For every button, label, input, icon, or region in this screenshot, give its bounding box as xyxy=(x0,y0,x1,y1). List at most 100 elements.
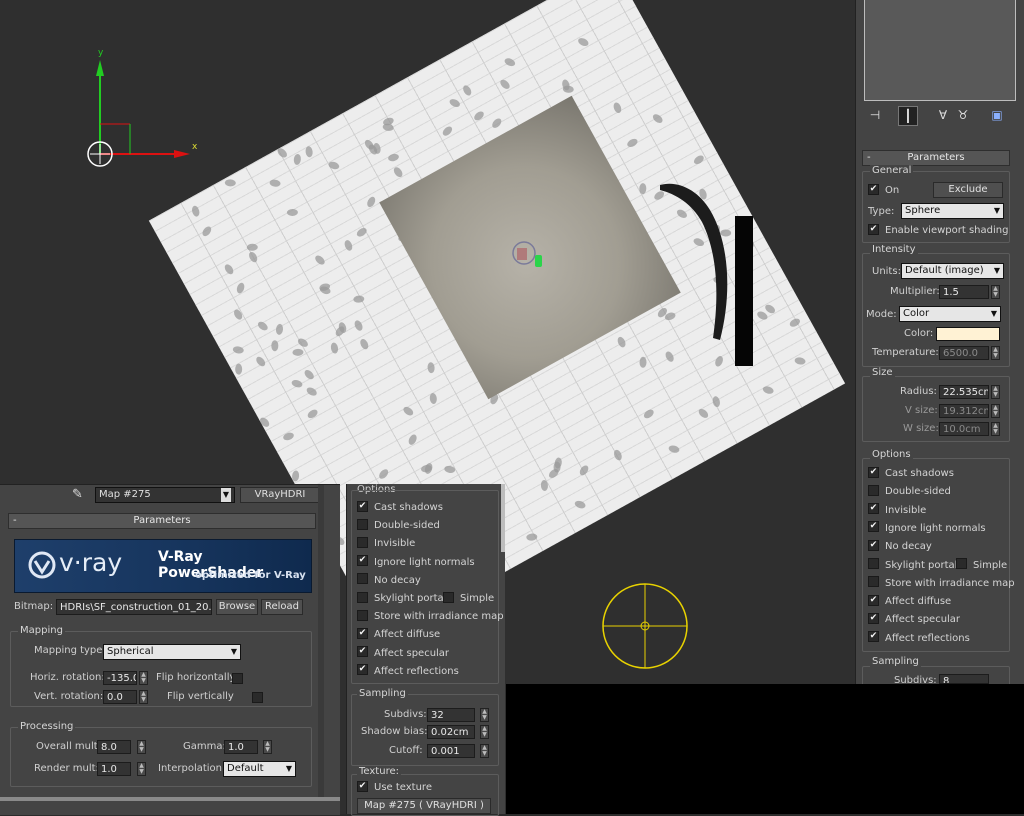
option-checkbox[interactable]: Double-sided xyxy=(357,518,440,534)
shadow-bias-input[interactable]: 0.02cm xyxy=(427,725,475,739)
simple-checkbox[interactable]: Simple xyxy=(956,558,1007,574)
texture-map-button[interactable]: Map #275 ( VRayHDRI ) xyxy=(357,798,491,814)
render-mult-input[interactable]: 1.0 xyxy=(97,762,131,776)
footprint-mark xyxy=(573,499,587,510)
footprint-mark xyxy=(625,137,639,149)
make-unique-icon[interactable]: ∀ xyxy=(934,106,952,124)
show-end-result-icon[interactable]: ┃ xyxy=(898,106,918,126)
panel-scrollbar[interactable] xyxy=(318,485,324,797)
processing-group xyxy=(10,727,312,787)
mapping-type-label: Mapping type: xyxy=(34,645,106,656)
option-checkbox[interactable]: ✔ Affect specular xyxy=(357,646,449,662)
reload-button[interactable]: Reload xyxy=(261,599,303,615)
option-checkbox[interactable]: Store with irradiance map xyxy=(868,576,1015,592)
footprint-mark xyxy=(275,146,289,160)
gamma-input[interactable]: 1.0 xyxy=(224,740,258,754)
option-checkbox[interactable]: No decay xyxy=(357,573,421,589)
eyedropper-icon[interactable]: ✎ xyxy=(72,487,83,502)
transform-axis-gizmo[interactable]: y x xyxy=(76,46,206,176)
wsize-input[interactable]: 10.0cm xyxy=(939,422,989,436)
bitmap-path-input[interactable]: HDRIs\SF_construction_01_20.hdr xyxy=(56,599,212,615)
enable-viewport-shading-checkbox[interactable]: ✔ Enable viewport shading xyxy=(868,223,1008,239)
footprint-mark xyxy=(223,262,236,276)
footprint-mark xyxy=(292,348,304,357)
mid-subdivs-input[interactable]: 32 xyxy=(427,708,475,722)
vert-rotation-spinner[interactable]: ▲ ▼ xyxy=(139,690,148,704)
footprint-mark xyxy=(235,281,246,295)
wsize-spinner[interactable]: ▲ ▼ xyxy=(991,422,1000,436)
shadow-bias-spinner[interactable]: ▲ ▼ xyxy=(480,725,489,739)
mapping-type-dropdown[interactable]: Spherical ▼ xyxy=(103,644,241,660)
option-checkbox[interactable]: ✔ Ignore light normals xyxy=(868,521,986,537)
remove-modifier-icon[interactable]: ♉ xyxy=(954,106,972,124)
multiplier-spinner[interactable]: ▲ ▼ xyxy=(991,285,1000,299)
gamma-spinner[interactable]: ▲ ▼ xyxy=(263,740,272,754)
temperature-input[interactable]: 6500.0 xyxy=(939,346,989,360)
option-checkbox[interactable]: Skylight portal xyxy=(357,591,446,607)
option-checkbox[interactable]: Invisible xyxy=(357,536,415,552)
horiz-rotation-input[interactable]: -135.0 xyxy=(103,671,137,685)
option-checkbox[interactable]: ✔ Invisible xyxy=(868,503,926,519)
footprint-mark xyxy=(305,385,319,398)
pin-stack-icon[interactable]: ⊣ xyxy=(866,106,884,124)
radius-input[interactable]: 22.535cm xyxy=(939,385,989,399)
option-checkbox[interactable]: Double-sided xyxy=(868,484,951,500)
vsize-spinner[interactable]: ▲ ▼ xyxy=(991,404,1000,418)
interpolation-value: Default xyxy=(227,763,264,774)
overall-mult-spinner[interactable]: ▲ ▼ xyxy=(137,740,146,754)
configure-modifier-sets-icon[interactable]: ▣ xyxy=(988,106,1006,124)
exclude-button[interactable]: Exclude xyxy=(933,182,1003,198)
flip-horizontally-checkbox[interactable] xyxy=(232,673,243,684)
option-checkbox[interactable]: ✔ Affect diffuse xyxy=(357,627,440,643)
radius-spinner[interactable]: ▲ ▼ xyxy=(991,385,1000,399)
vsize-input[interactable]: 19.312cm xyxy=(939,404,989,418)
map-type-button[interactable]: VRayHDRI xyxy=(240,487,320,503)
option-checkbox[interactable]: ✔ Affect reflections xyxy=(868,631,970,647)
use-texture-checkbox[interactable]: ✔ Use texture xyxy=(357,780,432,796)
footprint-mark xyxy=(293,153,302,166)
footprint-mark xyxy=(232,345,245,355)
option-checkbox[interactable]: ✔ Cast shadows xyxy=(868,466,954,482)
enable-viewport-shading-label: Enable viewport shading xyxy=(885,225,1009,236)
option-checkbox[interactable]: ✔ Ignore light normals xyxy=(357,555,475,571)
option-check-mark: ✔ xyxy=(357,500,368,512)
color-swatch[interactable] xyxy=(936,327,1000,341)
wsize-label: W size: xyxy=(903,423,939,434)
mid-subdivs-spinner[interactable]: ▲ ▼ xyxy=(480,708,489,722)
option-checkbox[interactable]: ✔ No decay xyxy=(868,539,932,555)
sampling-subdivs-input[interactable]: 8 xyxy=(939,674,989,684)
footprint-mark xyxy=(427,361,436,374)
type-dropdown[interactable]: Sphere ▼ xyxy=(901,203,1004,219)
render-mult-spinner[interactable]: ▲ ▼ xyxy=(137,762,146,776)
option-checkbox[interactable]: ✔ Affect diffuse xyxy=(868,594,951,610)
mid-panel-scrollbar[interactable] xyxy=(501,484,505,552)
mode-dropdown[interactable]: Color ▼ xyxy=(899,306,1001,322)
option-check-mark: ✔ xyxy=(868,466,879,478)
horiz-rotation-spinner[interactable]: ▲ ▼ xyxy=(139,671,148,685)
map-parameters-rollout-header[interactable]: - Parameters xyxy=(8,513,316,529)
cutoff-input[interactable]: 0.001 xyxy=(427,744,475,758)
temperature-spinner[interactable]: ▲ ▼ xyxy=(991,346,1000,360)
option-checkbox[interactable]: ✔ Cast shadows xyxy=(357,500,443,516)
sphere-light-gizmo[interactable] xyxy=(600,582,692,670)
simple-checkbox[interactable]: Simple xyxy=(443,591,494,607)
map-name-dropdown[interactable]: Map #275 ▼ xyxy=(95,487,235,503)
footprint-mark xyxy=(639,182,647,195)
option-label: Skylight portal xyxy=(885,559,958,571)
option-checkbox[interactable]: Skylight portal xyxy=(868,558,957,574)
parameters-rollout-header[interactable]: - Parameters xyxy=(862,150,1010,166)
cutoff-spinner[interactable]: ▲ ▼ xyxy=(480,744,489,758)
option-checkbox[interactable]: ✔ Affect reflections xyxy=(357,664,459,680)
flip-vertically-checkbox[interactable] xyxy=(252,692,264,703)
overall-mult-input[interactable]: 8.0 xyxy=(97,740,131,754)
option-checkbox[interactable]: ✔ Affect specular xyxy=(868,612,960,628)
vert-rotation-input[interactable]: 0.0 xyxy=(103,690,137,704)
footprint-mark xyxy=(358,337,370,351)
units-dropdown[interactable]: Default (image) ▼ xyxy=(901,263,1004,279)
interpolation-dropdown[interactable]: Default ▼ xyxy=(223,761,296,777)
footprint-mark xyxy=(327,160,341,171)
multiplier-input[interactable]: 1.5 xyxy=(939,285,989,299)
option-checkbox[interactable]: Store with irradiance map xyxy=(357,609,504,625)
browse-button[interactable]: Browse xyxy=(216,599,258,615)
on-checkbox[interactable]: ✔ On xyxy=(868,183,899,199)
